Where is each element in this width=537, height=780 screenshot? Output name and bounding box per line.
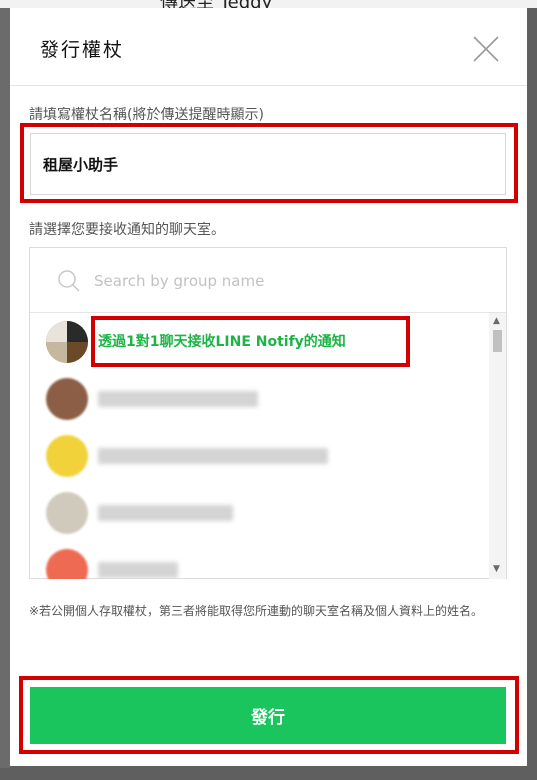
search-icon [58,270,80,292]
list-item-label: 透過1對1聊天接收LINE Notify的通知 [98,334,346,350]
scroll-down-arrow-icon[interactable]: ▼ [493,565,500,574]
blurred-avatar [46,435,88,477]
issue-token-dialog: 發行權杖 請填寫權杖名稱(將於傳送提醒時顯示) 請選擇您要接收通知的聊天室。 [10,8,527,766]
issue-button[interactable]: 發行 [30,687,506,744]
chat-room-list: 透過1對1聊天接收LINE Notify的通知 [30,313,488,579]
list-scrollbar[interactable]: ▲ ▼ [489,313,506,579]
privacy-note: ※若公開個人存取權杖，第三者將能取得您所連動的聊天室名稱及個人資料上的姓名。 [29,604,484,618]
group-search-input[interactable] [92,268,476,294]
blurred-name [98,448,328,464]
blurred-name [98,505,233,521]
background-page-left [0,8,10,768]
blurred-name [98,562,178,578]
list-item[interactable] [30,370,488,427]
list-item[interactable] [30,427,488,484]
blurred-avatar [46,378,88,420]
user-avatar [46,321,88,363]
token-name-label: 請填寫權杖名稱(將於傳送提醒時顯示) [29,107,264,123]
blurred-avatar [46,492,88,534]
list-item-one-on-one[interactable]: 透過1對1聊天接收LINE Notify的通知 [30,313,488,370]
dialog-title: 發行權杖 [40,39,125,61]
scroll-thumb[interactable] [493,330,502,352]
chat-room-list-panel: 透過1對1聊天接收LINE Notify的通知 ▲ ▼ [29,247,507,579]
list-item[interactable] [30,484,488,541]
blurred-name [98,391,258,407]
dialog-header: 發行權杖 [10,8,527,86]
blurred-avatar [46,549,88,579]
scroll-up-arrow-icon[interactable]: ▲ [493,317,500,326]
close-icon[interactable] [472,35,500,63]
search-bar [30,248,506,313]
chat-select-label: 請選擇您要接收通知的聊天室。 [29,222,225,238]
list-item[interactable] [30,541,488,579]
token-name-input[interactable] [30,133,506,195]
